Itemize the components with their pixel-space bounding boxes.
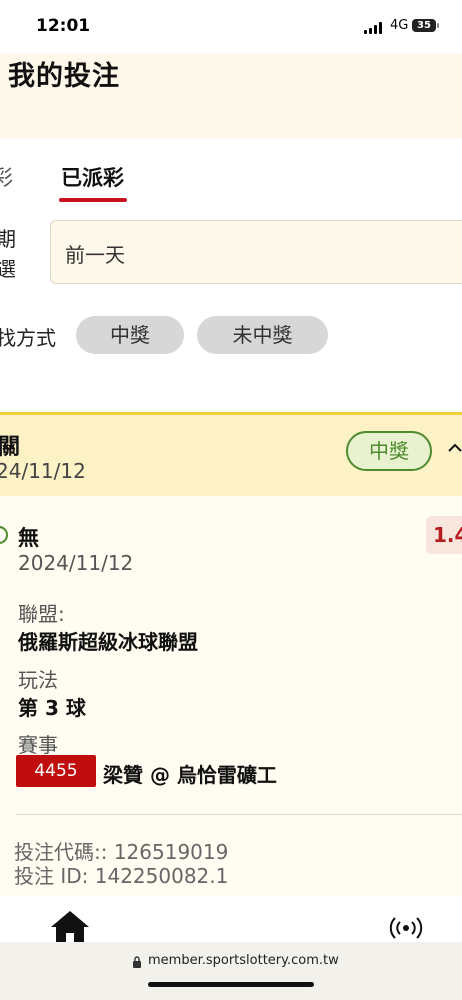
home-icon[interactable] (50, 910, 90, 944)
live-broadcast-icon[interactable] (388, 916, 424, 940)
bet-card-title: 關 (0, 435, 21, 460)
selection-name: 無 (18, 526, 39, 550)
status-badge: 中獎 (346, 431, 432, 471)
match-number: 4455 (16, 755, 96, 787)
date-filter-label: 期 選 (0, 224, 16, 284)
browser-url: member.sportslottery.com.tw (148, 953, 339, 968)
selection-date: 2024/11/12 (18, 551, 134, 575)
date-filter-label-line2: 選 (0, 257, 16, 281)
play-value: 第 3 球 (18, 696, 86, 720)
bet-card-body: 無 2024/11/12 1.4 聯盟: 俄羅斯超級冰球聯盟 玩法 第 3 球 … (0, 496, 462, 896)
tab-bar: 彩 已派彩 (0, 152, 462, 208)
signal-icon (364, 22, 384, 34)
divider (16, 814, 462, 815)
status-time: 12:01 (36, 16, 91, 36)
result-filter-label: 找方式 (0, 326, 56, 350)
bet-card-header[interactable]: 關 24/11/12 中獎 (0, 412, 462, 496)
date-range-select[interactable]: 前一天 (50, 220, 462, 284)
browser-url-bar[interactable]: member.sportslottery.com.tw (0, 942, 462, 1000)
event-label: 賽事 (18, 733, 58, 757)
battery-icon: 35 (412, 19, 436, 32)
page-title: 我的投注 (8, 61, 120, 92)
date-range-value: 前一天 (65, 243, 125, 267)
tab-settled[interactable]: 已派彩 (61, 162, 124, 192)
page-header: 我的投注 (0, 54, 462, 138)
date-filter-label-line1: 期 (0, 227, 16, 251)
tab-prev[interactable]: 彩 (0, 162, 13, 192)
bottom-nav: member.sportslottery.com.tw (0, 896, 462, 1000)
bet-id: 投注 ID: 142250082.1 (14, 864, 229, 888)
network-type: 4G (390, 18, 409, 33)
filter-chip-lose[interactable]: 未中獎 (197, 316, 328, 354)
selection-radio (0, 526, 8, 544)
lock-icon (133, 956, 141, 968)
status-bar: 12:01 4G 35 (0, 0, 462, 54)
play-label: 玩法 (18, 668, 58, 692)
battery-tip (437, 23, 439, 28)
match-name: 梁贊 @ 烏恰雷礦工 (103, 763, 277, 787)
league-value: 俄羅斯超級冰球聯盟 (18, 630, 198, 654)
home-indicator (148, 982, 314, 987)
tab-active-indicator (59, 198, 127, 202)
odds-badge: 1.4 (426, 516, 462, 554)
filter-chip-win[interactable]: 中獎 (76, 316, 184, 354)
league-label: 聯盟: (18, 602, 65, 626)
chevron-up-icon[interactable] (446, 439, 462, 457)
bet-card-date: 24/11/12 (0, 459, 86, 483)
